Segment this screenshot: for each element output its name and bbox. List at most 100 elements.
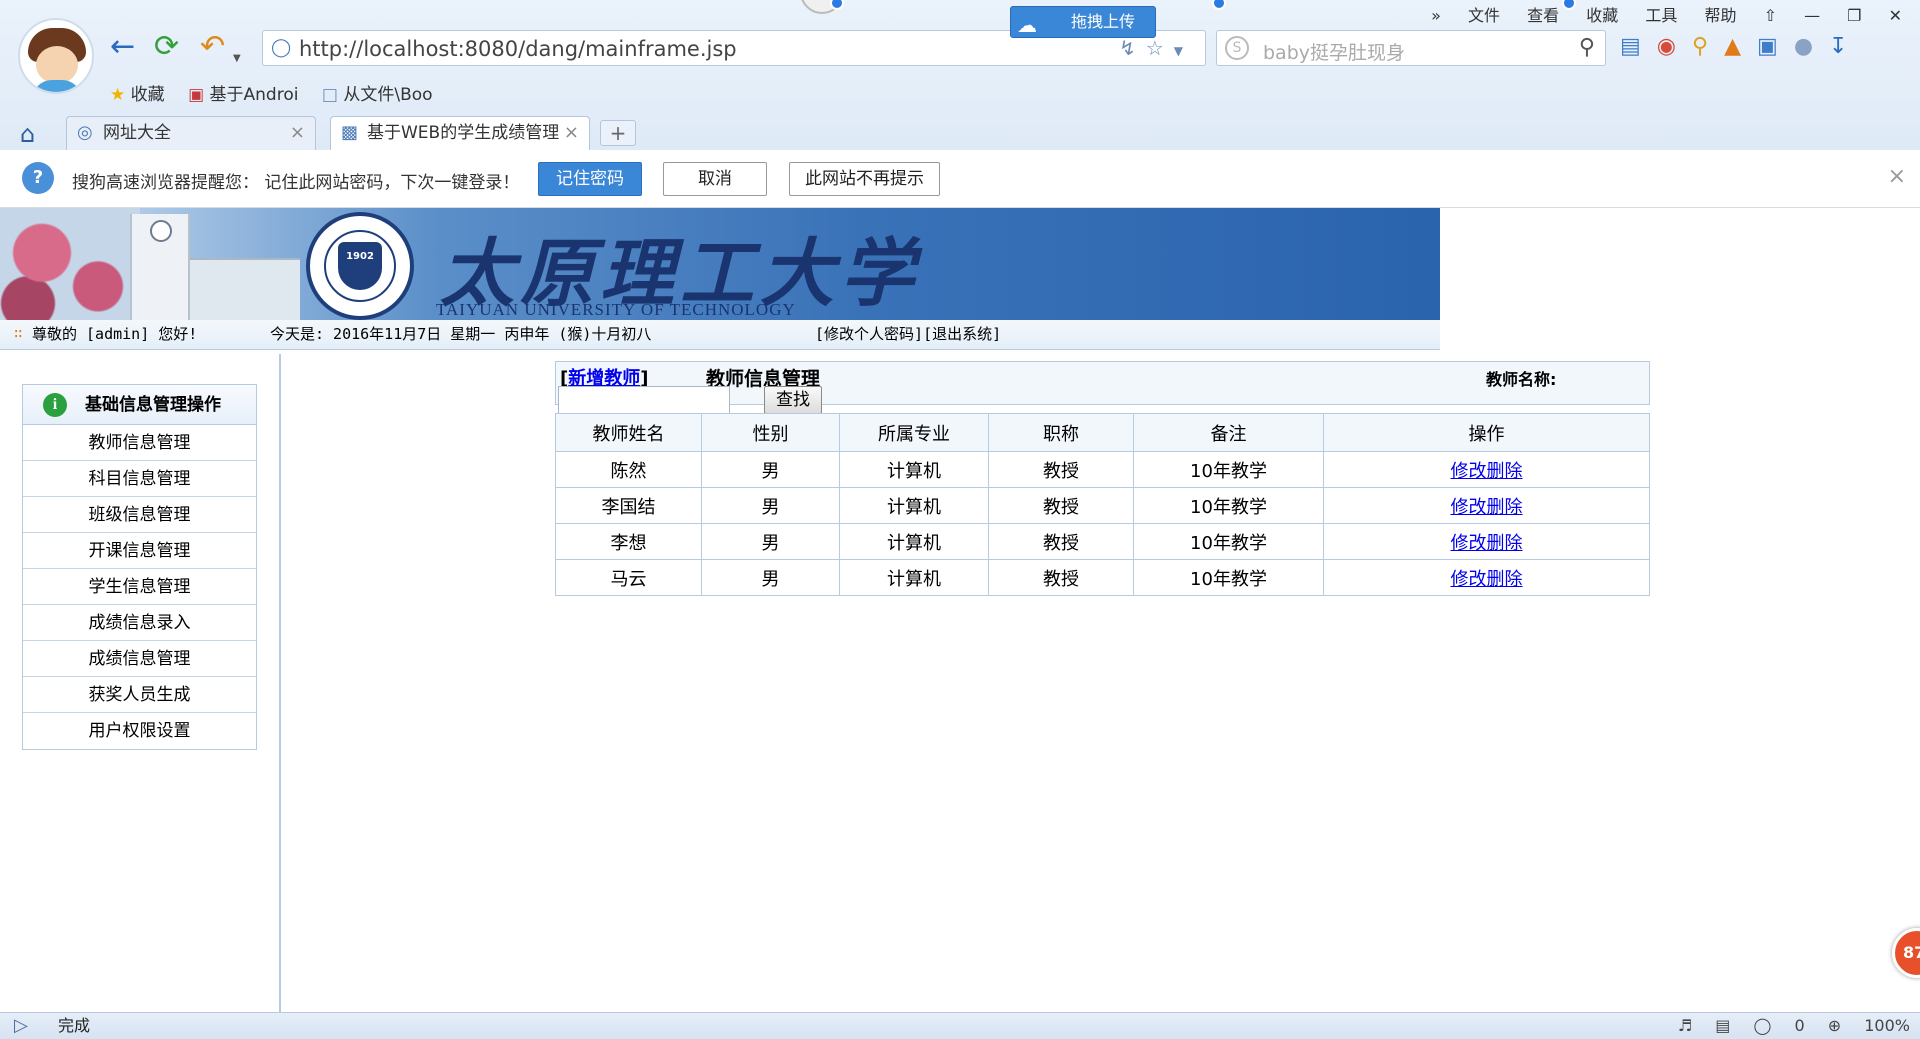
column-header: 教师姓名 — [555, 413, 702, 452]
prompt-message: 搜狗高速浏览器提醒您： 记住此网站密码，下次一键登录！ — [72, 173, 520, 193]
gender-cell: 男 — [701, 523, 840, 560]
drag-upload-button[interactable]: ☁ 拖拽上传 — [1010, 6, 1156, 38]
user-avatar[interactable] — [18, 18, 94, 94]
delete-link[interactable]: 删除 — [1487, 533, 1523, 554]
sidebar-item-teacher[interactable]: 教师信息管理 — [23, 425, 256, 461]
key-icon: ? — [22, 162, 54, 194]
teacher-name-input[interactable] — [558, 386, 730, 416]
sogou-icon: S — [1225, 36, 1249, 60]
star-icon[interactable]: ☆ — [1146, 36, 1174, 60]
weibo-icon[interactable]: ◉ — [1657, 34, 1692, 59]
delete-link[interactable]: 删除 — [1487, 569, 1523, 590]
home-icon[interactable]: ⌂ — [20, 120, 35, 148]
star-icon: ★ — [110, 85, 126, 105]
delete-link[interactable]: 删除 — [1487, 461, 1523, 482]
url-text[interactable]: http://localhost:8080/dang/mainframe.jsp — [299, 37, 737, 61]
menu-tools[interactable]: 工具 — [1645, 6, 1677, 25]
note-cell: 10年教学 — [1133, 523, 1324, 560]
menu-file[interactable]: 文件 — [1468, 6, 1500, 25]
web-page: 1902 太原理工大学 TAIYUAN UNIVERSITY OF TECHNO… — [0, 208, 1920, 1012]
sidebar-toggle-icon[interactable]: ▷ — [14, 1013, 28, 1039]
sidebar-item-awards[interactable]: 获奖人员生成 — [23, 677, 256, 713]
key-icon[interactable]: ⚲ — [1692, 34, 1724, 59]
edit-link[interactable]: 修改 — [1451, 461, 1487, 482]
close-icon[interactable]: × — [1888, 164, 1906, 189]
action-cell: 修改删除 — [1323, 559, 1650, 596]
tab-bar: ⌂ ◎ 网址大全 × ▩ 基于WEB的学生成绩管理 × + — [0, 114, 1920, 150]
extension-icon[interactable]: ▲ — [1724, 34, 1757, 59]
title-cell: 教授 — [988, 451, 1134, 488]
sidebar-item-student[interactable]: 学生信息管理 — [23, 569, 256, 605]
chevron-down-icon[interactable]: ▼ — [233, 44, 241, 74]
minimize-icon[interactable]: — — [1804, 6, 1820, 25]
screenshot-icon[interactable]: ▣ — [1757, 34, 1794, 59]
table-row: 李想 男 计算机 教授 10年教学 修改删除 — [555, 523, 1650, 560]
more-icon[interactable]: ● — [1794, 34, 1829, 59]
new-tab-button[interactable]: + — [600, 120, 636, 146]
zoom-icon[interactable]: ⊕ — [1828, 1016, 1841, 1035]
menu-favorites[interactable]: 收藏 — [1586, 6, 1618, 25]
chevron-down-icon[interactable]: ▼ — [1174, 44, 1193, 58]
gender-cell: 男 — [701, 487, 840, 524]
menu-view[interactable]: 查看 — [1527, 6, 1559, 25]
left-pane: i 基础信息管理操作 教师信息管理 科目信息管理 班级信息管理 开课信息管理 学… — [0, 354, 281, 1012]
logout-link[interactable]: [退出系统] — [923, 325, 1001, 343]
edit-link[interactable]: 修改 — [1451, 533, 1487, 554]
search-icon[interactable]: ⚲ — [1579, 35, 1595, 60]
sidebar-item-score-entry[interactable]: 成绩信息录入 — [23, 605, 256, 641]
sidebar-item-class[interactable]: 班级信息管理 — [23, 497, 256, 533]
sidebar-item-course[interactable]: 开课信息管理 — [23, 533, 256, 569]
edit-link[interactable]: 修改 — [1451, 497, 1487, 518]
title-cell: 教授 — [988, 523, 1134, 560]
close-icon[interactable]: × — [290, 117, 305, 149]
column-header: 备注 — [1133, 413, 1324, 452]
bookmark-item[interactable]: □ 从文件\Boo — [322, 80, 433, 105]
skin-icon[interactable]: ⇧ — [1764, 6, 1777, 25]
shield-icon[interactable]: ◯ — [1753, 1016, 1771, 1035]
tab-nav-directory[interactable]: ◎ 网址大全 × — [66, 116, 316, 150]
sidebar-header: i 基础信息管理操作 — [23, 385, 256, 425]
undo-icon[interactable]: ↶ — [200, 32, 225, 62]
browser-chrome: ← ⟳ ↶ ▼ ◯ http://localhost:8080/dang/mai… — [0, 0, 1920, 150]
shield-icon: ◯ — [271, 37, 292, 58]
search-box[interactable]: S baby挺孕肚现身 ⚲ — [1216, 30, 1606, 66]
delete-link[interactable]: 删除 — [1487, 497, 1523, 518]
action-cell: 修改删除 — [1323, 451, 1650, 488]
window-icon[interactable]: ▤ — [1715, 1016, 1730, 1035]
cancel-button[interactable]: 取消 — [663, 162, 767, 196]
status-bar: ▷ 完成 ♬ ▤ ◯ 0 ⊕ 100% — [0, 1012, 1920, 1039]
zoom-level[interactable]: 100% — [1864, 1016, 1910, 1035]
major-cell: 计算机 — [839, 559, 989, 596]
never-remind-button[interactable]: 此网站不再提示 — [789, 162, 940, 196]
sidebar-item-subject[interactable]: 科目信息管理 — [23, 461, 256, 497]
change-password-link[interactable]: [修改个人密码] — [815, 325, 923, 343]
title-cell: 教授 — [988, 487, 1134, 524]
bookmarks-bar: ★ 收藏 ▣ 基于Androi □ 从文件\Boo — [110, 80, 451, 105]
menu-more[interactable]: » — [1431, 6, 1441, 25]
reader-icon[interactable]: ▤ — [1620, 34, 1657, 59]
menu-help[interactable]: 帮助 — [1704, 6, 1736, 25]
search-input[interactable]: baby挺孕肚现身 — [1263, 38, 1405, 65]
lightning-icon[interactable]: ↯ — [1119, 36, 1146, 60]
edit-link[interactable]: 修改 — [1451, 569, 1487, 590]
teacher-name-cell: 陈然 — [555, 451, 702, 488]
refresh-icon[interactable]: ⟳ — [154, 32, 179, 62]
download-icon[interactable]: ↧ — [1829, 34, 1863, 59]
bookmark-item[interactable]: ▣ 基于Androi — [188, 80, 298, 105]
restore-icon[interactable]: ❐ — [1847, 6, 1861, 25]
sidebar-item-permissions[interactable]: 用户权限设置 — [23, 713, 256, 749]
sidebar-menu: i 基础信息管理操作 教师信息管理 科目信息管理 班级信息管理 开课信息管理 学… — [22, 384, 257, 750]
search-button[interactable]: 查找 — [764, 386, 822, 414]
action-cell: 修改删除 — [1323, 523, 1650, 560]
teacher-name-label: 教师名称: — [1486, 370, 1557, 389]
back-arrow-icon[interactable]: ← — [110, 32, 135, 62]
close-icon[interactable]: × — [564, 117, 579, 149]
remember-password-button[interactable]: 记住密码 — [538, 162, 642, 196]
close-icon[interactable]: ✕ — [1889, 6, 1902, 25]
bookmark-item[interactable]: ★ 收藏 — [110, 80, 165, 105]
sidebar-item-score-manage[interactable]: 成绩信息管理 — [23, 641, 256, 677]
blocked-count: 0 — [1794, 1016, 1805, 1035]
speaker-icon[interactable]: ♬ — [1678, 1016, 1692, 1035]
table-row: 李国结 男 计算机 教授 10年教学 修改删除 — [555, 487, 1650, 524]
tab-score-system[interactable]: ▩ 基于WEB的学生成绩管理 × — [330, 116, 590, 150]
